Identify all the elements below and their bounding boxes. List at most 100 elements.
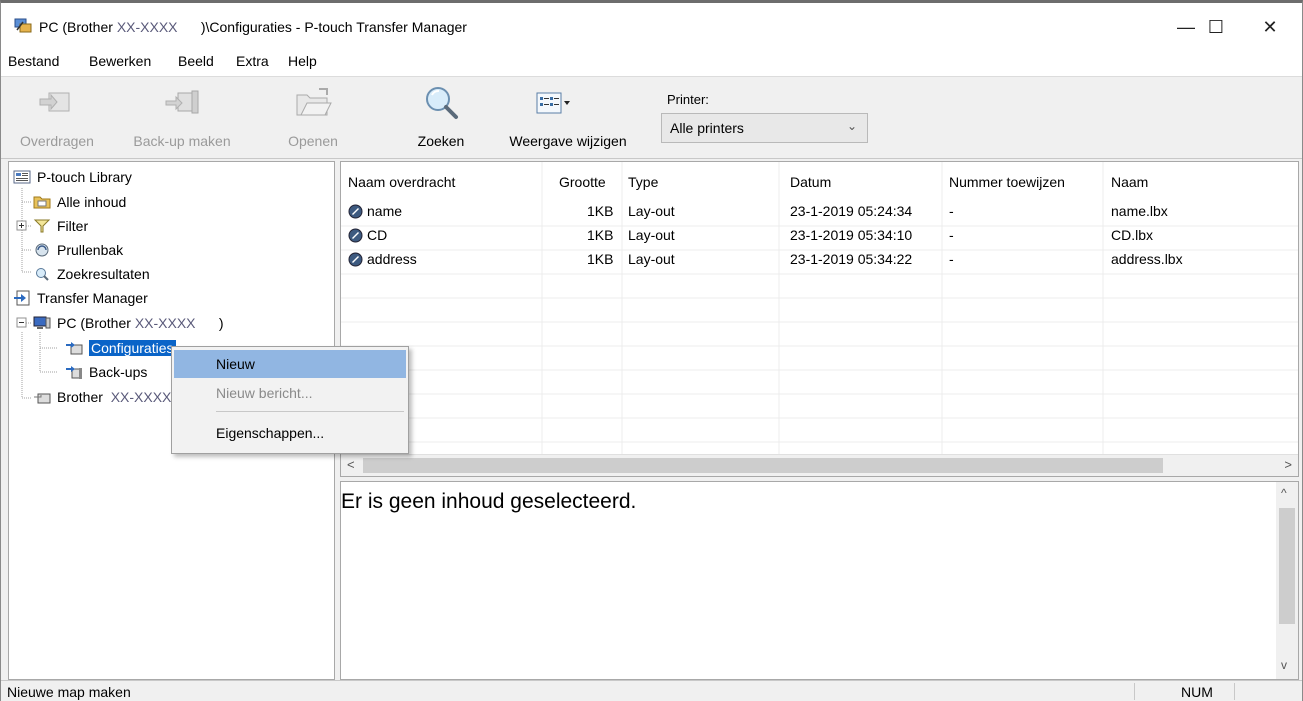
printer-label: Printer: [667,92,709,107]
change-view-label: Weergave wijzigen [509,133,627,149]
backup-label: Back-up maken [133,133,231,149]
row-type: Lay-out [628,251,675,267]
column-header-number[interactable]: Nummer toewijzen [949,174,1065,190]
preview-pane: Er is geen inhoud geselecteerd. ^ v [340,481,1299,680]
tree-label: Prullenbak [57,242,124,258]
layout-file-icon [348,252,363,266]
open-label: Openen [288,133,338,149]
computer-icon [33,316,51,329]
column-header-file-name[interactable]: Naam [1111,174,1148,190]
transfer-button[interactable]: Overdragen [7,77,107,159]
tree-label: Back-ups [89,364,148,380]
table-row[interactable]: name 1KB Lay-out 23-1-2019 05:24:34 - na… [341,200,1298,224]
tree-item-filter[interactable]: Filter [33,215,88,237]
context-item-new-message[interactable]: Nieuw bericht... [174,379,406,407]
menu-bewerken[interactable]: Bewerken [89,53,151,69]
chevron-down-icon: ⌄ [846,119,857,133]
row-date: 23-1-2019 05:24:34 [790,203,913,219]
row-date: 23-1-2019 05:34:10 [790,227,913,243]
column-header-name[interactable]: Naam overdracht [348,174,455,190]
row-type: Lay-out [628,203,675,219]
row-size: 1KB [587,251,614,267]
tree-item-brother-printer[interactable]: Brother XX-XXXX [33,386,171,408]
configuration-icon [66,342,83,355]
tree-item-transfer-manager[interactable]: Transfer Manager [13,287,148,309]
tree-item-configurations[interactable]: Configuraties [65,337,176,359]
scroll-left-button[interactable]: < [347,457,355,472]
tree-label: Brother XX-XXXX [57,389,172,405]
scroll-up-button[interactable]: ^ [1281,486,1287,500]
filter-icon [33,219,51,233]
search-results-icon [36,268,49,281]
context-item-properties[interactable]: Eigenschappen... [174,419,406,447]
menu-help[interactable]: Help [288,53,317,69]
context-item-new[interactable]: Nieuw [174,350,406,378]
row-file-name: name.lbx [1111,203,1168,219]
column-header-size[interactable]: Grootte [559,174,606,190]
tree-label: Alle inhoud [57,194,127,210]
library-icon [13,170,31,184]
folder-icon [33,196,51,209]
vertical-scrollbar[interactable]: ^ v [1276,482,1298,679]
backup-icon [165,90,199,114]
change-view-button[interactable]: Weergave wijzigen [498,77,638,159]
scroll-down-button[interactable]: v [1281,658,1287,672]
file-list[interactable]: Naam overdracht Grootte Type Datum Numme… [340,161,1299,477]
row-type: Lay-out [628,227,675,243]
tree-item-search-results[interactable]: Zoekresultaten [33,263,150,285]
open-folder-icon [296,88,332,116]
open-button[interactable]: Openen [278,77,348,159]
tree-item-trash[interactable]: Prullenbak [33,239,123,261]
search-button[interactable]: Zoeken [396,77,486,159]
context-menu: Nieuw Nieuw bericht... Eigenschappen... [171,346,409,454]
tree-label: P-touch Library [37,169,132,185]
row-size: 1KB [587,203,614,219]
scroll-right-button[interactable]: > [1284,457,1292,472]
printer-select[interactable]: Alle printers ⌄ [661,113,868,143]
scrollbar-thumb[interactable] [1279,508,1295,624]
row-name-cell: CD [348,227,387,243]
status-divider [1134,683,1135,700]
tree-label: Transfer Manager [37,290,148,306]
app-window: PC (Brother XX-XXXX )\Configuraties - P-… [0,0,1303,701]
row-size: 1KB [587,227,614,243]
row-number: - [949,227,954,243]
close-button[interactable]: ✕ [1247,7,1293,47]
transfer-icon [39,92,70,112]
menu-bar: Bestand Bewerken Beeld Extra Help [1,47,1302,77]
tree-label: Filter [57,218,89,234]
maximize-button[interactable]: ☐ [1193,7,1239,47]
backup-button[interactable]: Back-up maken [112,77,252,159]
status-divider [1234,683,1235,700]
tree-item-pc[interactable]: PC (Brother XX-XXXX ) [33,312,224,334]
column-header-type[interactable]: Type [628,174,658,190]
toolbar: Overdragen Back-up maken Openen Zoeken W… [1,77,1302,159]
table-row[interactable]: CD 1KB Lay-out 23-1-2019 05:34:10 - CD.l… [341,224,1298,248]
app-icon [14,18,32,33]
row-number: - [949,203,954,219]
tree-item-library[interactable]: P-touch Library [13,166,132,188]
printer-select-value: Alle printers [670,120,744,136]
status-bar: Nieuwe map maken NUM [1,680,1302,701]
list-header: Naam overdracht Grootte Type Datum Numme… [341,162,1298,202]
transfer-manager-icon [14,290,30,306]
scrollbar-thumb[interactable] [363,458,1163,473]
tree-item-backups[interactable]: Back-ups [65,361,147,383]
horizontal-scrollbar[interactable]: < > [341,454,1298,476]
column-header-date[interactable]: Datum [790,174,831,190]
status-text: Nieuwe map maken [7,684,131,700]
row-name-cell: name [348,203,402,219]
menu-bestand[interactable]: Bestand [8,53,59,69]
table-row[interactable]: address 1KB Lay-out 23-1-2019 05:34:22 -… [341,248,1298,272]
tree-item-all-content[interactable]: Alle inhoud [33,191,126,213]
menu-beeld[interactable]: Beeld [178,53,214,69]
context-separator [216,411,404,412]
transfer-label: Overdragen [20,133,94,149]
tree-label: PC (Brother XX-XXXX ) [57,315,224,331]
row-name-cell: address [348,251,417,267]
layout-file-icon [348,204,363,218]
search-label: Zoeken [417,133,465,149]
menu-extra[interactable]: Extra [236,53,269,69]
layout-file-icon [348,228,363,242]
printer-icon [34,393,51,404]
